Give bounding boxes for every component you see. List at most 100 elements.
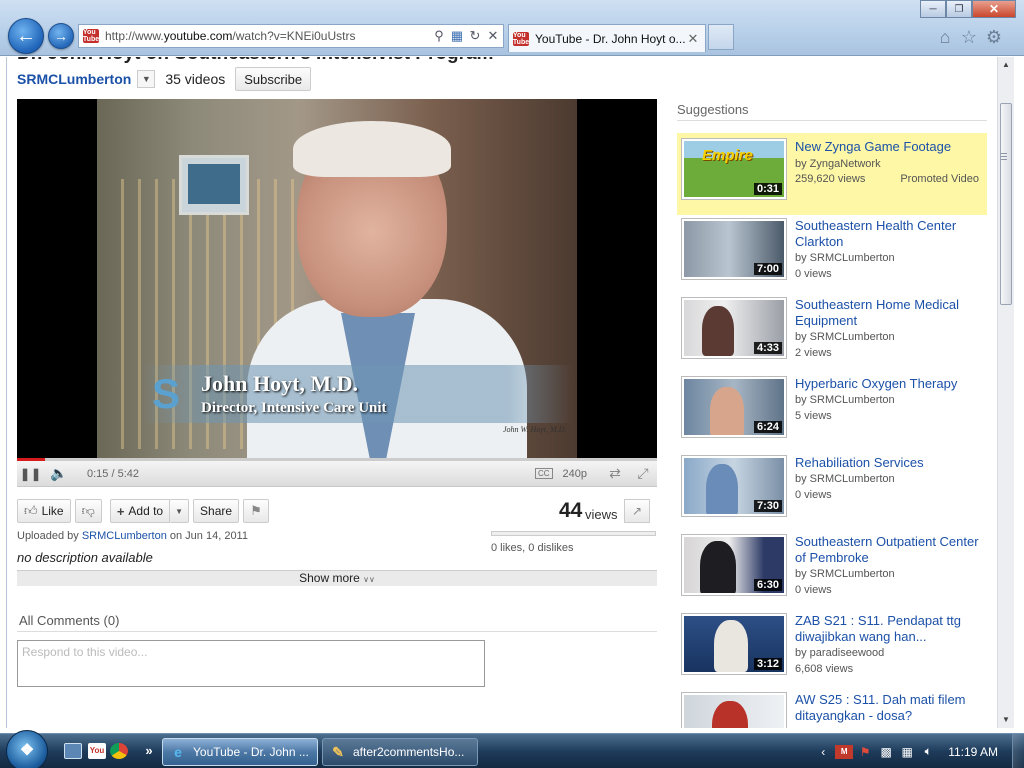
volume-icon[interactable]: 🔈: [45, 465, 73, 482]
add-to-dropdown[interactable]: ▼: [170, 499, 190, 523]
page-viewport: Dr. John Hoyt on Southeastern's Intensiv…: [6, 57, 1014, 728]
home-icon[interactable]: ⌂: [934, 26, 956, 48]
start-button[interactable]: ❖: [6, 730, 48, 768]
suggestion-item[interactable]: Empire 0:31 New Zynga Game Footage by Zy…: [677, 133, 987, 215]
dislike-button[interactable]: 👎︎: [74, 499, 102, 523]
suggestion-thumbnail[interactable]: Empire 0:31: [681, 138, 787, 200]
maximize-button[interactable]: ❐: [946, 0, 972, 18]
tab-youtube[interactable]: You Tube YouTube - Dr. John Hoyt o... ✕: [508, 24, 706, 52]
video-count: 35 videos: [165, 71, 226, 87]
close-window-button[interactable]: ✕: [972, 0, 1016, 18]
thumb-person: [702, 306, 734, 356]
taskbar-item-label: YouTube - Dr. John ...: [193, 745, 309, 759]
new-tab-button[interactable]: [708, 24, 734, 50]
show-more-button[interactable]: Show more ∨∨: [17, 570, 657, 586]
share-button[interactable]: Share: [193, 499, 240, 523]
quality-selector[interactable]: 240p: [563, 468, 587, 480]
suggestion-thumbnail[interactable]: 6:30: [681, 534, 787, 596]
channel-link[interactable]: SRMCLumberton: [17, 71, 131, 87]
suggestion-thumbnail[interactable]: 7:30: [681, 455, 787, 517]
suggestion-item[interactable]: 3:12 ZAB S21 : S11. Pendapat ttg diwajib…: [677, 610, 987, 689]
video-player[interactable]: S John Hoyt, M.D. Director, Intensive Ca…: [17, 99, 657, 459]
search-icon[interactable]: ⚲: [431, 28, 447, 44]
suggestion-thumbnail[interactable]: 6:24: [681, 376, 787, 438]
flag-button[interactable]: ⚑: [243, 499, 269, 523]
time-display: 0:15 / 5:42: [87, 467, 139, 480]
show-desktop-quicklaunch-icon[interactable]: [64, 743, 82, 759]
network-icon[interactable]: ▦: [898, 745, 916, 759]
suggestion-item[interactable]: 7:00 Southeastern Health Center Clarkton…: [677, 215, 987, 294]
suggestion-thumbnail[interactable]: 3:12: [681, 613, 787, 675]
suggestion-thumbnail[interactable]: 7:00: [681, 218, 787, 280]
suggestion-title[interactable]: AW S25 : S11. Dah mati filem ditayangkan…: [795, 692, 981, 724]
chart-icon: ↗: [631, 504, 643, 518]
quicklaunch-overflow-icon[interactable]: »: [140, 743, 158, 759]
player-controls: ❚❚ 🔈 0:15 / 5:42 CC 240p ⇄ ⤢: [17, 461, 657, 487]
taskbar-item-paint[interactable]: ✎ after2commentsHo...: [322, 738, 478, 766]
vertical-scrollbar[interactable]: ▲ ▼: [997, 57, 1014, 728]
suggestion-item[interactable]: 6:24 Hyperbaric Oxygen Therapy by SRMCLu…: [677, 373, 987, 452]
suggestion-thumbnail[interactable]: [681, 692, 787, 728]
suggestion-title[interactable]: Southeastern Outpatient Center of Pembro…: [795, 534, 981, 566]
show-hidden-icons-icon[interactable]: ‹: [814, 745, 832, 759]
add-to-button[interactable]: + Add to: [109, 499, 171, 523]
thumbs-down-icon: 👎︎: [81, 503, 95, 518]
popout-icon[interactable]: ⇄: [601, 465, 629, 482]
suggestion-title[interactable]: New Zynga Game Footage: [795, 139, 981, 155]
window-controls: ─ ❐ ✕: [920, 0, 1016, 18]
upload-info: Uploaded by SRMCLumberton on Jun 14, 201…: [17, 530, 248, 542]
forward-button[interactable]: →: [48, 23, 74, 49]
suggestion-item[interactable]: 6:30 Southeastern Outpatient Center of P…: [677, 531, 987, 610]
duration-badge: 7:00: [753, 263, 782, 275]
compatibility-view-icon[interactable]: ▦: [449, 28, 465, 44]
chrome-quicklaunch-icon[interactable]: [110, 743, 128, 759]
taskbar-item-ie[interactable]: e YouTube - Dr. John ...: [162, 738, 318, 766]
suggestion-title[interactable]: Southeastern Home Medical Equipment: [795, 297, 981, 329]
suggestion-author: by SRMCLumberton: [795, 473, 895, 485]
suggestion-title[interactable]: Rehabiliation Services: [795, 455, 981, 471]
suggestion-title[interactable]: ZAB S21 : S11. Pendapat ttg diwajibkan w…: [795, 613, 981, 645]
like-button[interactable]: 👍︎ Like: [17, 499, 71, 523]
back-button[interactable]: ←: [8, 18, 44, 54]
captions-button[interactable]: CC: [534, 468, 553, 479]
forward-arrow-icon: →: [54, 28, 68, 44]
tab-close-icon[interactable]: ✕: [685, 31, 701, 47]
pause-button[interactable]: ❚❚: [17, 467, 45, 481]
statistics-button[interactable]: ↗: [624, 499, 650, 523]
show-desktop-button[interactable]: [1012, 734, 1024, 768]
suggestion-title[interactable]: Southeastern Health Center Clarkton: [795, 218, 981, 250]
clock[interactable]: 11:19 AM: [948, 745, 998, 759]
minimize-button[interactable]: ─: [920, 0, 946, 18]
upload-date: on Jun 14, 2011: [169, 530, 248, 542]
uploader-link[interactable]: SRMCLumberton: [82, 530, 167, 542]
address-bar[interactable]: You Tube http://www.youtube.com/watch?v=…: [78, 24, 504, 48]
suggestion-author: by SRMCLumberton: [795, 252, 895, 264]
scrollbar-thumb[interactable]: [1000, 103, 1012, 305]
comment-input[interactable]: [17, 640, 485, 687]
scroll-up-icon[interactable]: ▲: [998, 57, 1014, 73]
language-icon[interactable]: ▩: [877, 745, 895, 759]
suggestion-item[interactable]: AW S25 : S11. Dah mati filem ditayangkan…: [677, 689, 987, 728]
volume-icon[interactable]: 🔈︎: [919, 744, 937, 759]
tools-gear-icon[interactable]: ⚙: [983, 26, 1005, 48]
security-shield-icon[interactable]: M: [835, 744, 854, 759]
suggestion-views: 0 views: [795, 489, 832, 501]
suggestion-title[interactable]: Hyperbaric Oxygen Therapy: [795, 376, 981, 392]
alert-flag-icon[interactable]: ⚑: [856, 745, 874, 759]
favorites-star-icon[interactable]: ☆: [958, 26, 980, 48]
scroll-down-icon[interactable]: ▼: [998, 712, 1014, 728]
refresh-icon[interactable]: ↻: [467, 28, 483, 44]
suggestion-item[interactable]: 4:33 Southeastern Home Medical Equipment…: [677, 294, 987, 373]
thumb-person: [714, 620, 748, 672]
subscribe-button[interactable]: Subscribe: [235, 67, 312, 91]
fullscreen-icon[interactable]: ⤢: [629, 465, 657, 482]
address-url[interactable]: http://www.youtube.com/watch?v=KNEi0uUst…: [105, 29, 431, 43]
thumb-person: [712, 701, 748, 728]
channel-expand-button[interactable]: ▼: [137, 70, 156, 88]
suggestion-item[interactable]: 7:30 Rehabiliation Services by SRMCLumbe…: [677, 452, 987, 531]
suggestion-views: 0 views: [795, 584, 832, 596]
youtube-quicklaunch-icon[interactable]: You: [88, 743, 106, 759]
stop-icon[interactable]: ✕: [485, 28, 501, 44]
tab-title: YouTube - Dr. John Hoyt o...: [535, 31, 685, 46]
suggestion-thumbnail[interactable]: 4:33: [681, 297, 787, 359]
